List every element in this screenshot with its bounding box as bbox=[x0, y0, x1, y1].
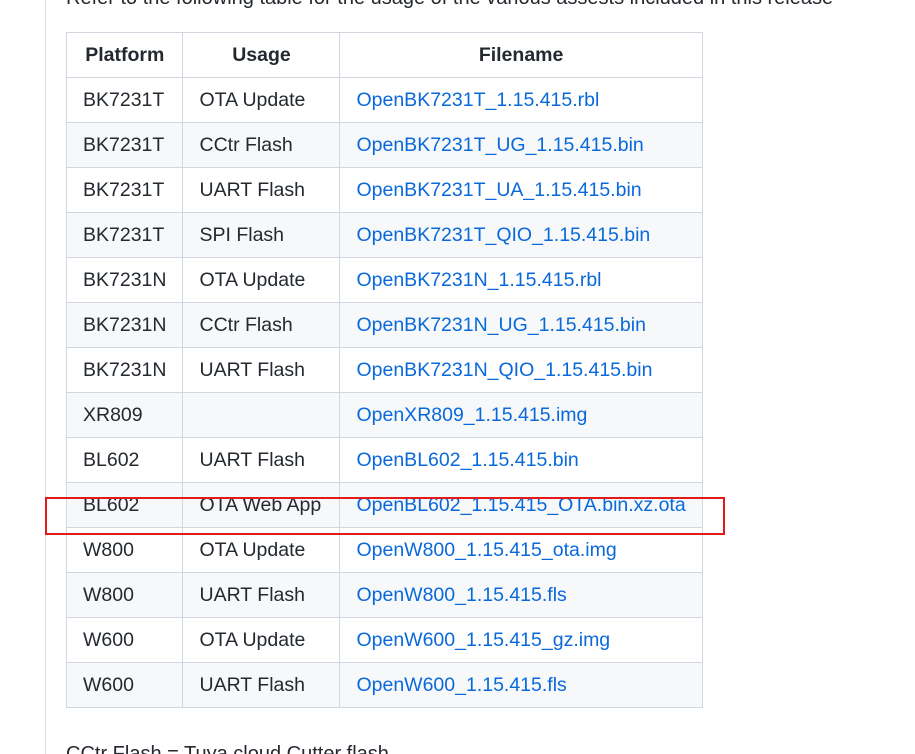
platform-cell: BK7231T bbox=[65, 167, 184, 213]
table-header-row: Platform Usage Filename bbox=[65, 32, 703, 78]
filename-link[interactable]: OpenW600_1.15.415.fls bbox=[356, 674, 566, 696]
filename-link[interactable]: OpenBK7231T_QIO_1.15.415.bin bbox=[356, 224, 650, 246]
platform-cell: W600 bbox=[65, 662, 184, 708]
filename-link[interactable]: OpenBL602_1.15.415_OTA.bin.xz.ota bbox=[356, 494, 685, 516]
table-row: BK7231N CCtr Flash OpenBK7231N_UG_1.15.4… bbox=[65, 302, 703, 348]
filename-cell: OpenW800_1.15.415_ota.img bbox=[339, 527, 703, 573]
usage-cell: UART Flash bbox=[182, 167, 341, 213]
platform-cell: BK7231N bbox=[65, 257, 184, 303]
filename-cell: OpenBK7231T_QIO_1.15.415.bin bbox=[339, 212, 703, 258]
filename-link[interactable]: OpenBK7231T_UG_1.15.415.bin bbox=[356, 134, 643, 156]
table-row: W800 OTA Update OpenW800_1.15.415_ota.im… bbox=[65, 527, 703, 573]
usage-cell: OTA Update bbox=[182, 257, 341, 303]
platform-cell: BL602 bbox=[65, 437, 184, 483]
table-row: W600 UART Flash OpenW600_1.15.415.fls bbox=[65, 662, 703, 708]
filename-link[interactable]: OpenBL602_1.15.415.bin bbox=[356, 449, 578, 471]
table-row: BK7231N UART Flash OpenBK7231N_QIO_1.15.… bbox=[65, 347, 703, 393]
filename-link[interactable]: OpenBK7231T_1.15.415.rbl bbox=[356, 89, 599, 111]
filename-cell: OpenBL602_1.15.415.bin bbox=[339, 437, 703, 483]
filename-link[interactable]: OpenW600_1.15.415_gz.img bbox=[356, 629, 610, 651]
filename-link[interactable]: OpenW800_1.15.415_ota.img bbox=[356, 539, 616, 561]
header-filename: Filename bbox=[339, 32, 703, 78]
filename-link[interactable]: OpenBK7231N_QIO_1.15.415.bin bbox=[356, 359, 652, 381]
platform-cell: W800 bbox=[65, 527, 184, 573]
usage-cell: OTA Web App bbox=[182, 482, 341, 528]
filename-cell: OpenXR809_1.15.415.img bbox=[339, 392, 703, 438]
filename-cell: OpenBK7231N_UG_1.15.415.bin bbox=[339, 302, 703, 348]
usage-cell bbox=[182, 392, 341, 438]
table-row: XR809 OpenXR809_1.15.415.img bbox=[65, 392, 703, 438]
filename-cell: OpenBL602_1.15.415_OTA.bin.xz.ota bbox=[339, 482, 703, 528]
table-row: BK7231T CCtr Flash OpenBK7231T_UG_1.15.4… bbox=[65, 122, 703, 168]
table-row: BK7231N OTA Update OpenBK7231N_1.15.415.… bbox=[65, 257, 703, 303]
filename-link[interactable]: OpenBK7231N_1.15.415.rbl bbox=[356, 269, 601, 291]
platform-cell: W800 bbox=[65, 572, 184, 618]
filename-cell: OpenBK7231N_1.15.415.rbl bbox=[339, 257, 703, 303]
filename-cell: OpenW800_1.15.415.fls bbox=[339, 572, 703, 618]
usage-cell: UART Flash bbox=[182, 662, 341, 708]
usage-cell: OTA Update bbox=[182, 77, 341, 123]
platform-cell: BK7231T bbox=[65, 122, 184, 168]
header-usage: Usage bbox=[182, 32, 341, 78]
usage-cell: SPI Flash bbox=[182, 212, 341, 258]
platform-cell: BL602 bbox=[65, 482, 184, 528]
platform-cell: BK7231T bbox=[65, 77, 184, 123]
filename-link[interactable]: OpenW800_1.15.415.fls bbox=[356, 584, 566, 606]
usage-cell: CCtr Flash bbox=[182, 302, 341, 348]
filename-cell: OpenBK7231N_QIO_1.15.415.bin bbox=[339, 347, 703, 393]
table-row: W800 UART Flash OpenW800_1.15.415.fls bbox=[65, 572, 703, 618]
intro-text: Refer to the following table for the usa… bbox=[66, 0, 833, 10]
usage-cell: UART Flash bbox=[182, 572, 341, 618]
platform-cell: XR809 bbox=[65, 392, 184, 438]
table-row: BL602 UART Flash OpenBL602_1.15.415.bin bbox=[65, 437, 703, 483]
filename-cell: OpenBK7231T_1.15.415.rbl bbox=[339, 77, 703, 123]
platform-cell: W600 bbox=[65, 617, 184, 663]
release-notes-panel: Refer to the following table for the usa… bbox=[45, 0, 915, 754]
assets-table: Platform Usage Filename BK7231T OTA Upda… bbox=[65, 32, 703, 708]
table-row: BK7231T UART Flash OpenBK7231T_UA_1.15.4… bbox=[65, 167, 703, 213]
platform-cell: BK7231N bbox=[65, 302, 184, 348]
filename-cell: OpenW600_1.15.415.fls bbox=[339, 662, 703, 708]
usage-cell: CCtr Flash bbox=[182, 122, 341, 168]
usage-cell: OTA Update bbox=[182, 527, 341, 573]
table-row-highlighted: BL602 OTA Web App OpenBL602_1.15.415_OTA… bbox=[65, 482, 703, 528]
filename-cell: OpenW600_1.15.415_gz.img bbox=[339, 617, 703, 663]
platform-cell: BK7231T bbox=[65, 212, 184, 258]
filename-cell: OpenBK7231T_UA_1.15.415.bin bbox=[339, 167, 703, 213]
table-row: BK7231T SPI Flash OpenBK7231T_QIO_1.15.4… bbox=[65, 212, 703, 258]
usage-cell: UART Flash bbox=[182, 437, 341, 483]
usage-cell: OTA Update bbox=[182, 617, 341, 663]
filename-link[interactable]: OpenXR809_1.15.415.img bbox=[356, 404, 587, 426]
table-row: W600 OTA Update OpenW600_1.15.415_gz.img bbox=[65, 617, 703, 663]
filename-link[interactable]: OpenBK7231T_UA_1.15.415.bin bbox=[356, 179, 641, 201]
usage-cell: UART Flash bbox=[182, 347, 341, 393]
platform-cell: BK7231N bbox=[65, 347, 184, 393]
filename-cell: OpenBK7231T_UG_1.15.415.bin bbox=[339, 122, 703, 168]
filename-link[interactable]: OpenBK7231N_UG_1.15.415.bin bbox=[356, 314, 645, 336]
table-row: BK7231T OTA Update OpenBK7231T_1.15.415.… bbox=[65, 77, 703, 123]
header-platform: Platform bbox=[65, 32, 184, 78]
footer-text: CCtr Flash = Tuya cloud Cutter flash bbox=[66, 743, 389, 754]
